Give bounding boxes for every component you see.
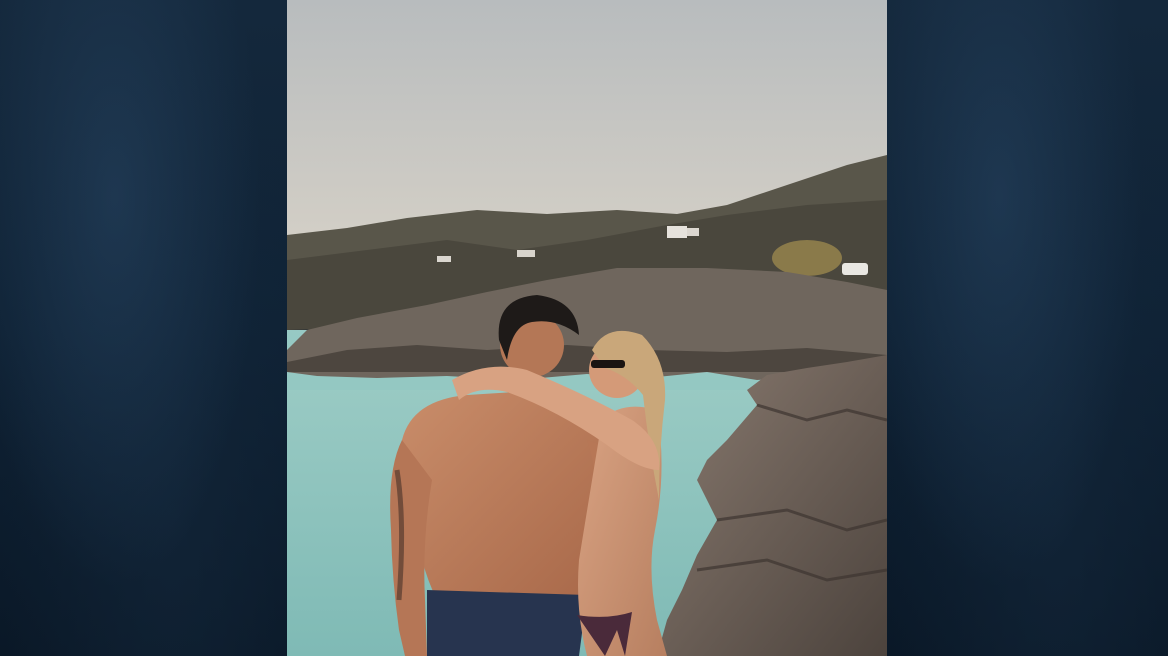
blurred-backdrop-left — [0, 0, 287, 656]
photo-illustration — [287, 0, 887, 656]
house — [517, 250, 535, 257]
man-shorts — [427, 590, 587, 656]
bush — [772, 240, 842, 276]
house — [667, 226, 687, 238]
blurred-backdrop-right — [887, 0, 1168, 656]
house — [437, 256, 451, 262]
beach-photo — [287, 0, 887, 656]
house — [687, 228, 699, 236]
video-frame — [0, 0, 1168, 656]
sunglasses — [591, 360, 625, 368]
car — [842, 263, 868, 275]
